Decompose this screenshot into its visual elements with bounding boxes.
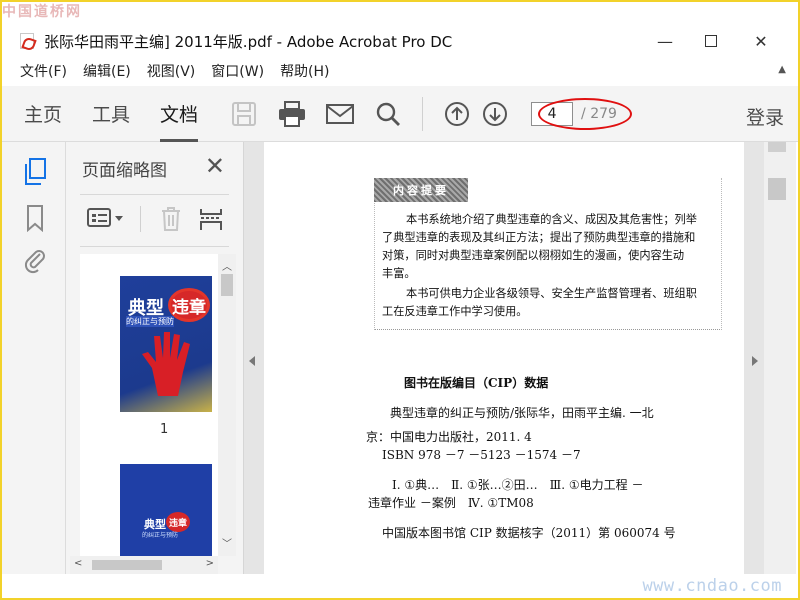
close-panel-button[interactable]: ✕ (205, 152, 225, 180)
title-bar[interactable]: 张际华田雨平主编] 2011年版.pdf - Adobe Acrobat Pro… (2, 24, 798, 58)
cover-badge: 违章 (168, 288, 210, 322)
tab-document[interactable]: 文档 (160, 86, 199, 142)
navigation-rail (2, 142, 66, 574)
watermark-top: 中国道桥网 (2, 4, 82, 20)
menu-edit[interactable]: 编辑(E) (75, 61, 139, 81)
red-hand-image (142, 332, 190, 396)
document-view[interactable]: 内容提要 本书系统地介绍了典型违章的含义、成因及其危害性；列举 了典型违章的表现… (244, 142, 764, 574)
abstract-line: 本书系统地介绍了典型违章的含义、成因及其危害性；列举 (406, 213, 697, 226)
scroll-down-icon[interactable]: ﹀ (222, 535, 232, 550)
thumbnail-panel: 页面缩略图 ✕ 典型 违章 的纠正与预防 1 典型 违章 的纠正与预防 ︿ ﹀ (66, 142, 244, 574)
collapse-menu-icon[interactable]: ▲ (778, 64, 786, 75)
panel-toolbar-separator (140, 206, 141, 232)
thumbnail-page-1[interactable]: 典型 违章 的纠正与预防 (120, 276, 212, 412)
cip-heading: 图书在版编目（CIP）数据 (404, 376, 549, 390)
previous-page-icon[interactable] (443, 100, 471, 128)
scroll-left-icon[interactable]: < (74, 558, 82, 569)
tab-home[interactable]: 主页 (24, 86, 62, 142)
thumbnail-vertical-scrollbar[interactable]: ︿ ﹀ (218, 254, 236, 556)
menu-bar: 文件(F) 编辑(E) 视图(V) 窗口(W) 帮助(H) ▲ (2, 58, 798, 84)
menu-file[interactable]: 文件(F) (12, 61, 75, 81)
abstract-label: 内容提要 (374, 178, 468, 202)
maximize-button[interactable] (688, 24, 734, 58)
thumbnail-list: 典型 违章 的纠正与预防 1 典型 违章 的纠正与预防 (80, 254, 220, 556)
delete-page-icon[interactable] (158, 206, 184, 236)
minimize-button[interactable]: — (642, 24, 688, 58)
abstract-line: 本书可供电力企业各级领导、安全生产监督管理者、班组职 (406, 287, 697, 300)
tab-tools[interactable]: 工具 (92, 86, 130, 142)
login-button[interactable]: 登录 (746, 103, 784, 130)
cover-subtitle-2: 的纠正与预防 (142, 532, 179, 539)
pdf-page: 内容提要 本书系统地介绍了典型违章的含义、成因及其危害性；列举 了典型违章的表现… (264, 142, 744, 574)
cover-subtitle: 的纠正与预防 (126, 316, 174, 327)
panel-divider-2 (80, 246, 229, 247)
panel-title: 页面缩略图 (82, 161, 167, 181)
thumbnail-horizontal-scrollbar[interactable]: < > (70, 556, 218, 574)
cip-line: ISBN 978 －7 －5123 －1574 －7 (382, 448, 581, 462)
cip-line: 典型违章的纠正与预防/张际华，田雨平主编. 一北 (390, 406, 654, 420)
panel-divider (80, 194, 229, 195)
scroll-up-icon[interactable]: ︿ (222, 258, 232, 273)
attachment-icon[interactable] (22, 246, 48, 274)
page-thumbnails-icon[interactable] (22, 158, 48, 186)
window-title: 张际华田雨平主编] 2011年版.pdf - Adobe Acrobat Pro… (44, 32, 453, 51)
toolbar-separator (422, 96, 424, 131)
cover-badge-2: 违章 (166, 512, 190, 532)
close-window-button[interactable]: ✕ (738, 24, 784, 58)
thumbnail-page-label: 1 (160, 422, 169, 437)
horizontal-scroll-thumb[interactable] (92, 560, 162, 570)
cip-line: 违章作业 －案例 Ⅳ. ①TM08 (368, 496, 534, 510)
cip-line: 中国版本图书馆 CIP 数据核字（2011）第 060074 号 (382, 526, 676, 540)
bookmark-icon[interactable] (22, 204, 48, 233)
thumbnail-scroll-thumb[interactable] (221, 274, 233, 296)
scroll-right-icon[interactable]: > (206, 558, 214, 569)
options-menu-icon[interactable] (86, 206, 126, 234)
abstract-line: 了典型违章的表现及其纠正方法；提出了预防典型违章的措施和 (382, 231, 696, 244)
abstract-line: 工在反违章工作中学习使用。 (382, 305, 528, 318)
document-scroll-thumb[interactable] (768, 178, 786, 200)
abstract-line: 丰富。 (382, 267, 416, 280)
insert-page-icon[interactable] (198, 206, 224, 236)
cip-line: 京：中国电力出版社，2011. 4 (366, 430, 532, 444)
menu-view[interactable]: 视图(V) (139, 61, 204, 81)
next-page-icon[interactable] (481, 100, 509, 128)
thumbnail-page-2[interactable]: 典型 违章 的纠正与预防 (120, 464, 212, 556)
document-vertical-scrollbar[interactable] (764, 142, 796, 574)
scroll-up-region[interactable] (768, 142, 786, 152)
search-icon[interactable] (374, 100, 402, 128)
main-toolbar: 主页 工具 文档 4 / 279 登录 (2, 86, 798, 142)
abstract-line: 对策，同时对典型违章案例配以栩栩如生的漫画，使内容生动 (382, 249, 685, 262)
print-icon[interactable] (278, 100, 306, 128)
menu-help[interactable]: 帮助(H) (272, 61, 337, 81)
pdf-file-icon (20, 33, 34, 49)
maximize-icon (705, 35, 717, 47)
highlight-oval (538, 98, 632, 130)
collapse-right-panel-icon[interactable] (752, 356, 758, 366)
save-icon[interactable] (230, 100, 258, 128)
watermark-bottom: www.cndao.com (642, 576, 782, 596)
email-icon[interactable] (326, 100, 355, 128)
collapse-left-panel-icon[interactable] (249, 356, 255, 366)
cip-line: Ⅰ. ①典… Ⅱ. ①张…②田… Ⅲ. ①电力工程 － (392, 478, 644, 492)
menu-window[interactable]: 窗口(W) (203, 61, 272, 81)
